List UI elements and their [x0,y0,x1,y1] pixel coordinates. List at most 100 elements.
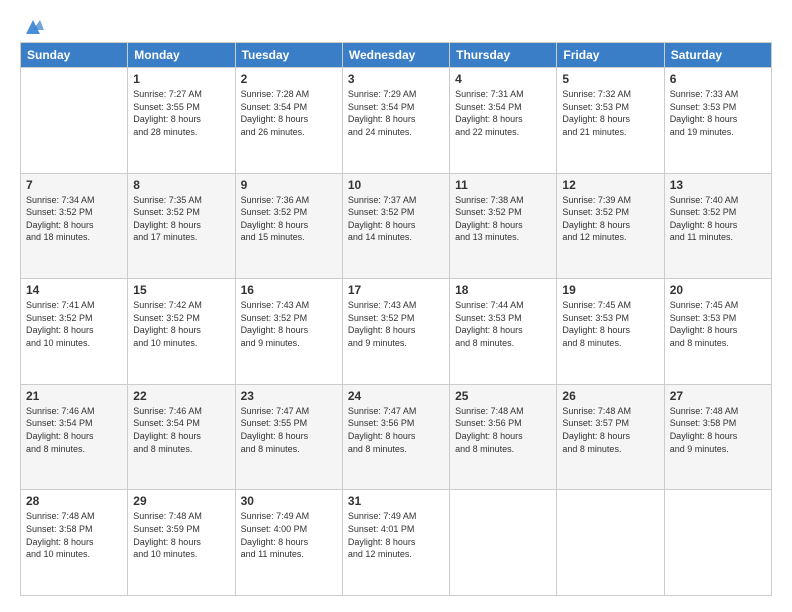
day-info: Sunrise: 7:39 AM Sunset: 3:52 PM Dayligh… [562,194,658,244]
page: SundayMondayTuesdayWednesdayThursdayFrid… [0,0,792,612]
day-number: 12 [562,178,658,192]
weekday-header-thursday: Thursday [450,43,557,68]
calendar-cell: 9 Sunrise: 7:36 AM Sunset: 3:52 PM Daylig… [235,173,342,279]
day-info: Sunrise: 7:43 AM Sunset: 3:52 PM Dayligh… [348,299,444,349]
day-number: 26 [562,389,658,403]
weekday-header-sunday: Sunday [21,43,128,68]
calendar-cell: 5 Sunrise: 7:32 AM Sunset: 3:53 PM Daylig… [557,68,664,174]
day-number: 18 [455,283,551,297]
weekday-header-wednesday: Wednesday [342,43,449,68]
weekday-header-tuesday: Tuesday [235,43,342,68]
day-number: 11 [455,178,551,192]
day-number: 7 [26,178,122,192]
day-info: Sunrise: 7:33 AM Sunset: 3:53 PM Dayligh… [670,88,766,138]
day-number: 31 [348,494,444,508]
week-row-2: 7 Sunrise: 7:34 AM Sunset: 3:52 PM Daylig… [21,173,772,279]
weekday-header-row: SundayMondayTuesdayWednesdayThursdayFrid… [21,43,772,68]
day-info: Sunrise: 7:46 AM Sunset: 3:54 PM Dayligh… [133,405,229,455]
calendar-cell: 21 Sunrise: 7:46 AM Sunset: 3:54 PM Dayli… [21,384,128,490]
calendar-cell: 31Sunrise: 7:49 AM Sunset: 4:01 PM Dayli… [342,490,449,596]
day-number: 23 [241,389,337,403]
day-number: 13 [670,178,766,192]
calendar-table: SundayMondayTuesdayWednesdayThursdayFrid… [20,42,772,596]
day-number: 1 [133,72,229,86]
logo [20,16,44,32]
week-row-5: 28 Sunrise: 7:48 AM Sunset: 3:58 PM Dayli… [21,490,772,596]
day-info: Sunrise: 7:41 AM Sunset: 3:52 PM Dayligh… [26,299,122,349]
calendar-cell: 15 Sunrise: 7:42 AM Sunset: 3:52 PM Dayli… [128,279,235,385]
calendar-cell: 28 Sunrise: 7:48 AM Sunset: 3:58 PM Dayli… [21,490,128,596]
day-info: Sunrise: 7:48 AM Sunset: 3:58 PM Dayligh… [670,405,766,455]
day-info: Sunrise: 7:31 AM Sunset: 3:54 PM Dayligh… [455,88,551,138]
day-number: 25 [455,389,551,403]
header [20,16,772,32]
day-info: Sunrise: 7:40 AM Sunset: 3:52 PM Dayligh… [670,194,766,244]
day-info: Sunrise: 7:46 AM Sunset: 3:54 PM Dayligh… [26,405,122,455]
day-number: 21 [26,389,122,403]
week-row-1: 1Sunrise: 7:27 AM Sunset: 3:55 PM Daylig… [21,68,772,174]
day-number: 29 [133,494,229,508]
day-info: Sunrise: 7:48 AM Sunset: 3:59 PM Dayligh… [133,510,229,560]
day-info: Sunrise: 7:29 AM Sunset: 3:54 PM Dayligh… [348,88,444,138]
week-row-3: 14Sunrise: 7:41 AM Sunset: 3:52 PM Dayli… [21,279,772,385]
day-info: Sunrise: 7:48 AM Sunset: 3:56 PM Dayligh… [455,405,551,455]
calendar-cell: 6Sunrise: 7:33 AM Sunset: 3:53 PM Daylig… [664,68,771,174]
day-info: Sunrise: 7:42 AM Sunset: 3:52 PM Dayligh… [133,299,229,349]
day-info: Sunrise: 7:34 AM Sunset: 3:52 PM Dayligh… [26,194,122,244]
day-number: 4 [455,72,551,86]
calendar-cell: 8 Sunrise: 7:35 AM Sunset: 3:52 PM Daylig… [128,173,235,279]
calendar-cell: 4 Sunrise: 7:31 AM Sunset: 3:54 PM Daylig… [450,68,557,174]
day-info: Sunrise: 7:43 AM Sunset: 3:52 PM Dayligh… [241,299,337,349]
day-info: Sunrise: 7:49 AM Sunset: 4:00 PM Dayligh… [241,510,337,560]
calendar-cell: 11Sunrise: 7:38 AM Sunset: 3:52 PM Dayli… [450,173,557,279]
calendar-cell: 7 Sunrise: 7:34 AM Sunset: 3:52 PM Daylig… [21,173,128,279]
day-info: Sunrise: 7:35 AM Sunset: 3:52 PM Dayligh… [133,194,229,244]
day-number: 17 [348,283,444,297]
calendar-cell: 12 Sunrise: 7:39 AM Sunset: 3:52 PM Dayli… [557,173,664,279]
calendar-cell: 13 Sunrise: 7:40 AM Sunset: 3:52 PM Dayli… [664,173,771,279]
day-number: 22 [133,389,229,403]
calendar-cell: 30 Sunrise: 7:49 AM Sunset: 4:00 PM Dayli… [235,490,342,596]
day-number: 30 [241,494,337,508]
calendar-cell: 3 Sunrise: 7:29 AM Sunset: 3:54 PM Daylig… [342,68,449,174]
day-info: Sunrise: 7:36 AM Sunset: 3:52 PM Dayligh… [241,194,337,244]
calendar-cell: 22 Sunrise: 7:46 AM Sunset: 3:54 PM Dayli… [128,384,235,490]
calendar-cell: 18 Sunrise: 7:44 AM Sunset: 3:53 PM Dayli… [450,279,557,385]
week-row-4: 21 Sunrise: 7:46 AM Sunset: 3:54 PM Dayli… [21,384,772,490]
calendar-cell: 10 Sunrise: 7:37 AM Sunset: 3:52 PM Dayli… [342,173,449,279]
day-number: 5 [562,72,658,86]
day-number: 27 [670,389,766,403]
day-info: Sunrise: 7:37 AM Sunset: 3:52 PM Dayligh… [348,194,444,244]
day-info: Sunrise: 7:28 AM Sunset: 3:54 PM Dayligh… [241,88,337,138]
day-info: Sunrise: 7:32 AM Sunset: 3:53 PM Dayligh… [562,88,658,138]
calendar-cell: 20Sunrise: 7:45 AM Sunset: 3:53 PM Dayli… [664,279,771,385]
calendar-cell: 23 Sunrise: 7:47 AM Sunset: 3:55 PM Dayli… [235,384,342,490]
day-number: 9 [241,178,337,192]
day-number: 19 [562,283,658,297]
day-info: Sunrise: 7:48 AM Sunset: 3:58 PM Dayligh… [26,510,122,560]
calendar-cell [664,490,771,596]
calendar-cell: 16 Sunrise: 7:43 AM Sunset: 3:52 PM Dayli… [235,279,342,385]
day-number: 20 [670,283,766,297]
day-number: 15 [133,283,229,297]
weekday-header-friday: Friday [557,43,664,68]
calendar-cell: 26 Sunrise: 7:48 AM Sunset: 3:57 PM Dayli… [557,384,664,490]
day-info: Sunrise: 7:47 AM Sunset: 3:55 PM Dayligh… [241,405,337,455]
day-number: 10 [348,178,444,192]
day-info: Sunrise: 7:47 AM Sunset: 3:56 PM Dayligh… [348,405,444,455]
day-number: 8 [133,178,229,192]
weekday-header-saturday: Saturday [664,43,771,68]
logo-icon [22,16,44,38]
calendar-cell [450,490,557,596]
day-number: 24 [348,389,444,403]
calendar-cell: 27 Sunrise: 7:48 AM Sunset: 3:58 PM Dayli… [664,384,771,490]
weekday-header-monday: Monday [128,43,235,68]
calendar-cell [557,490,664,596]
day-info: Sunrise: 7:48 AM Sunset: 3:57 PM Dayligh… [562,405,658,455]
day-info: Sunrise: 7:44 AM Sunset: 3:53 PM Dayligh… [455,299,551,349]
day-number: 16 [241,283,337,297]
day-number: 2 [241,72,337,86]
calendar-cell [21,68,128,174]
day-number: 3 [348,72,444,86]
day-number: 28 [26,494,122,508]
